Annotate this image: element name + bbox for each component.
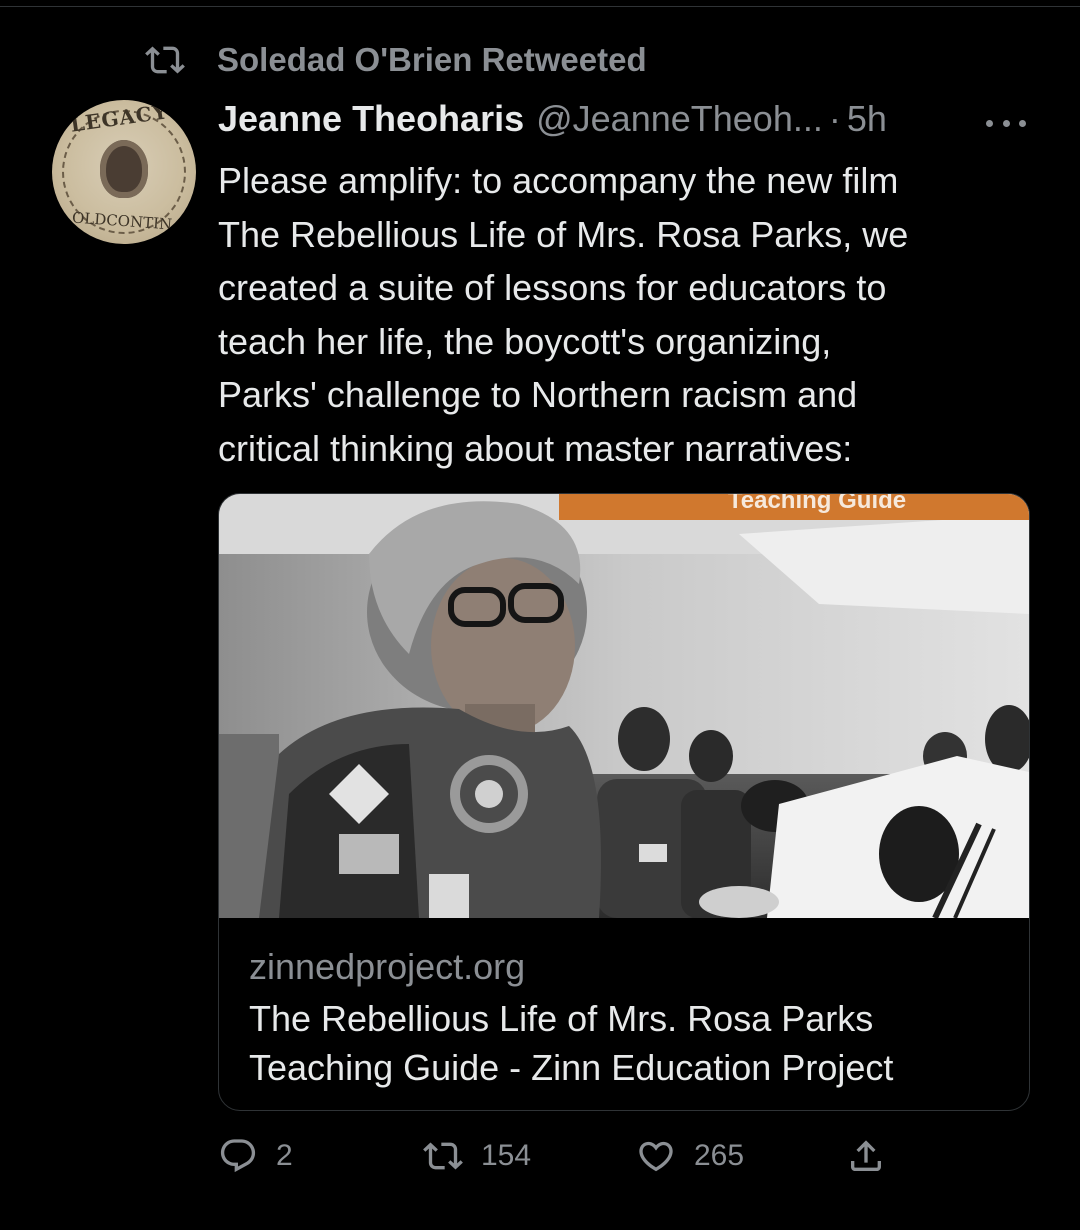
separator: ·: [828, 98, 841, 139]
share-button[interactable]: [846, 1136, 904, 1176]
card-photo: Teaching Guide: [219, 494, 1029, 918]
author-name[interactable]: Jeanne Theoharis: [218, 98, 524, 140]
reply-icon: [220, 1139, 256, 1173]
tweet-time[interactable]: 5h: [847, 98, 887, 140]
card-banner-text: Teaching Guide: [728, 494, 906, 514]
retweet-header[interactable]: Soledad O'Brien Retweeted: [145, 40, 647, 80]
tweet-line: Please amplify: to accompany the new fil…: [218, 160, 899, 201]
retweet-label: Soledad O'Brien Retweeted: [217, 41, 647, 78]
tweet-line: critical thinking about master narrative…: [218, 427, 853, 469]
link-card[interactable]: Teaching Guide zinnedproject.org The Reb…: [218, 493, 1030, 1111]
heart-icon: [639, 1141, 673, 1172]
like-button[interactable]: 265: [636, 1136, 744, 1176]
retweet-button[interactable]: 154: [423, 1136, 531, 1176]
tweet-text: Please amplify: to accompany the new fil…: [218, 154, 1048, 475]
retweet-icon: [145, 46, 185, 74]
tweet-header: Jeanne Theoharis @JeanneTheoh... · 5h: [218, 98, 887, 140]
card-title: The Rebellious Life of Mrs. Rosa Parks T…: [249, 994, 1019, 1092]
retweet-icon: [423, 1142, 463, 1170]
author-handle[interactable]: @JeanneTheoh...: [536, 98, 823, 140]
card-image[interactable]: Teaching Guide: [219, 494, 1029, 918]
retweet-count: 154: [481, 1139, 532, 1172]
tweet-line: The Rebellious Life of Mrs. Rosa Parks, …: [218, 213, 909, 255]
tweet-line: created a suite of lessons for educators…: [218, 267, 887, 308]
card-title-line: Teaching Guide - Zinn Education Project: [249, 1047, 894, 1088]
card-meta: zinnedproject.org The Rebellious Life of…: [249, 944, 1019, 1092]
more-options-icon[interactable]: [986, 118, 1026, 128]
reply-button[interactable]: 2: [218, 1136, 293, 1176]
share-icon: [851, 1140, 881, 1171]
avatar[interactable]: LEGACY OLDCONTIN: [52, 100, 196, 244]
avatar-portrait: [100, 140, 148, 198]
tweet-actions: 2 154 265: [218, 1136, 918, 1176]
tweet-line: Parks' challenge to Northern racism and: [218, 374, 858, 415]
top-divider: [0, 6, 1080, 7]
tweet-line: teach her life, the boycott's organizing…: [218, 320, 832, 362]
like-count: 265: [694, 1139, 745, 1172]
card-domain: zinnedproject.org: [249, 946, 526, 987]
card-title-line: The Rebellious Life of Mrs. Rosa Parks: [249, 998, 874, 1039]
reply-count: 2: [276, 1139, 293, 1172]
